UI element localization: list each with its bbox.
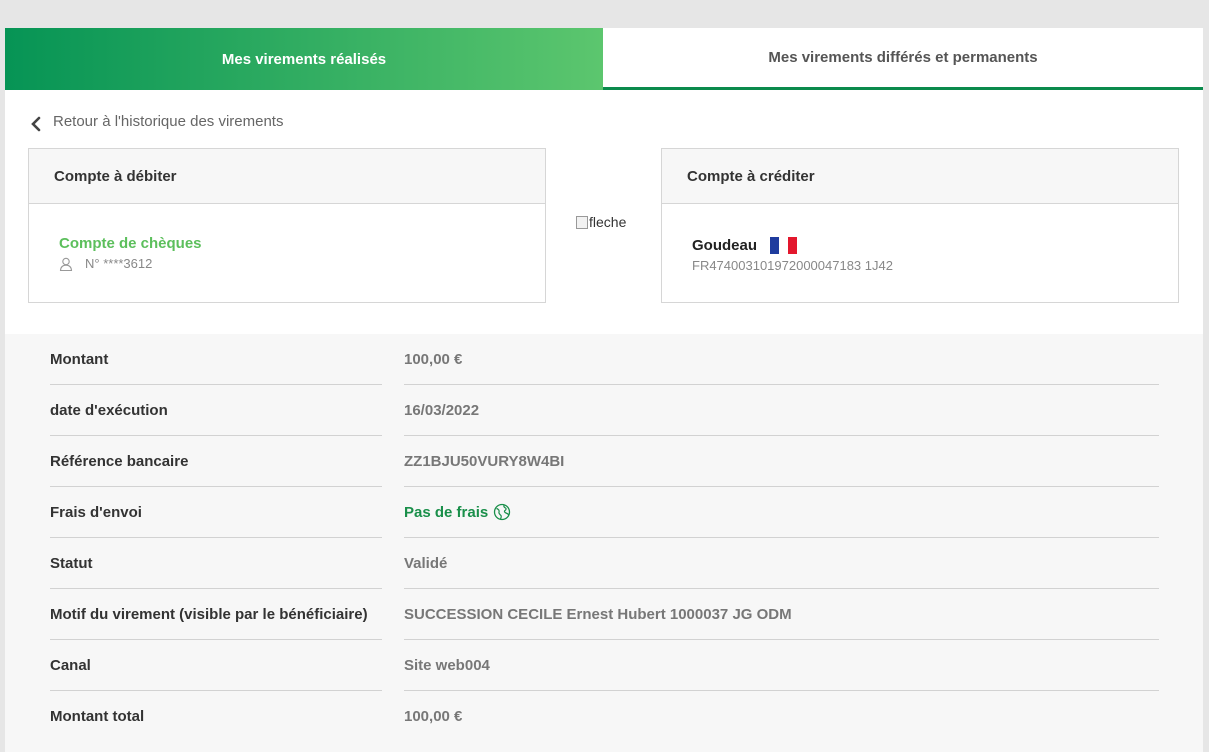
detail-value: 16/03/2022 xyxy=(404,385,1159,436)
detail-row-status: Statut Validé xyxy=(50,538,1159,589)
debit-account-name: Compte de chèques xyxy=(59,235,202,252)
beneficiary-name: Goudeau xyxy=(692,237,758,254)
chevron-left-icon xyxy=(31,116,41,132)
fees-text: Pas de frais xyxy=(404,503,489,521)
back-to-history-link[interactable]: Retour à l'historique des virements xyxy=(29,108,283,134)
detail-row-channel: Canal Site web004 xyxy=(50,640,1159,691)
broken-image-icon xyxy=(576,215,588,229)
detail-label: Statut xyxy=(50,538,382,589)
detail-value: ZZ1BJU50VURY8W4BI xyxy=(404,436,1159,487)
credit-card-body: Goudeau FR474003101972000047183 1J42 xyxy=(662,204,1178,302)
beneficiary-iban: FR474003101972000047183 1J42 xyxy=(692,258,893,273)
detail-label: Frais d'envoi xyxy=(50,487,382,538)
globe-icon[interactable] xyxy=(493,503,511,521)
detail-label: Montant xyxy=(50,334,382,385)
detail-row-amount: Montant 100,00 € xyxy=(50,334,1159,385)
transfer-details-table: Montant 100,00 € date d'exécution 16/03/… xyxy=(50,334,1159,742)
debit-card-header: Compte à débiter xyxy=(29,149,545,204)
debit-account-card: Compte à débiter Compte de chèques N° **… xyxy=(28,148,546,303)
detail-label: Montant total xyxy=(50,708,145,725)
detail-label: date d'exécution xyxy=(50,385,382,436)
debit-account-number: N° ****3612 xyxy=(85,256,153,271)
user-icon xyxy=(59,257,73,271)
transfer-detail-panel: Mes virements réalisés Mes virements dif… xyxy=(5,28,1203,752)
tab-completed-transfers[interactable]: Mes virements réalisés xyxy=(5,28,603,90)
detail-value-fees: Pas de frais xyxy=(404,487,1159,538)
detail-value: Validé xyxy=(404,538,1159,589)
debit-account-number-row: N° ****3612 xyxy=(59,256,152,271)
arrow-image-placeholder: fleche xyxy=(576,214,626,230)
detail-label: Référence bancaire xyxy=(50,436,382,487)
detail-row-total-amount: Montant total 100,00 € xyxy=(50,691,1159,742)
credit-account-card: Compte à créditer Goudeau FR474003101972… xyxy=(661,148,1179,303)
detail-value: 100,00 € xyxy=(404,334,1159,385)
detail-label: Canal xyxy=(50,640,382,691)
detail-row-transfer-reason: Motif du virement (visible par le bénéfi… xyxy=(50,589,1159,640)
detail-row-bank-reference: Référence bancaire ZZ1BJU50VURY8W4BI xyxy=(50,436,1159,487)
back-link-label: Retour à l'historique des virements xyxy=(53,112,284,130)
arrow-alt-text: fleche xyxy=(589,214,627,230)
beneficiary-row: Goudeau xyxy=(692,237,798,254)
tab-bar: Mes virements réalisés Mes virements dif… xyxy=(5,28,1203,90)
detail-value: 100,00 € xyxy=(404,708,463,725)
debit-card-body: Compte de chèques N° ****3612 xyxy=(29,204,545,302)
tab-scheduled-transfers[interactable]: Mes virements différés et permanents xyxy=(603,28,1203,90)
detail-label: Motif du virement (visible par le bénéfi… xyxy=(50,589,382,640)
detail-row-fees: Frais d'envoi Pas de frais xyxy=(50,487,1159,538)
detail-value: Site web004 xyxy=(404,640,1159,691)
credit-card-header: Compte à créditer xyxy=(662,149,1178,204)
france-flag-icon xyxy=(770,237,798,254)
detail-value: SUCCESSION CECILE Ernest Hubert 1000037 … xyxy=(404,589,1159,640)
detail-row-execution-date: date d'exécution 16/03/2022 xyxy=(50,385,1159,436)
